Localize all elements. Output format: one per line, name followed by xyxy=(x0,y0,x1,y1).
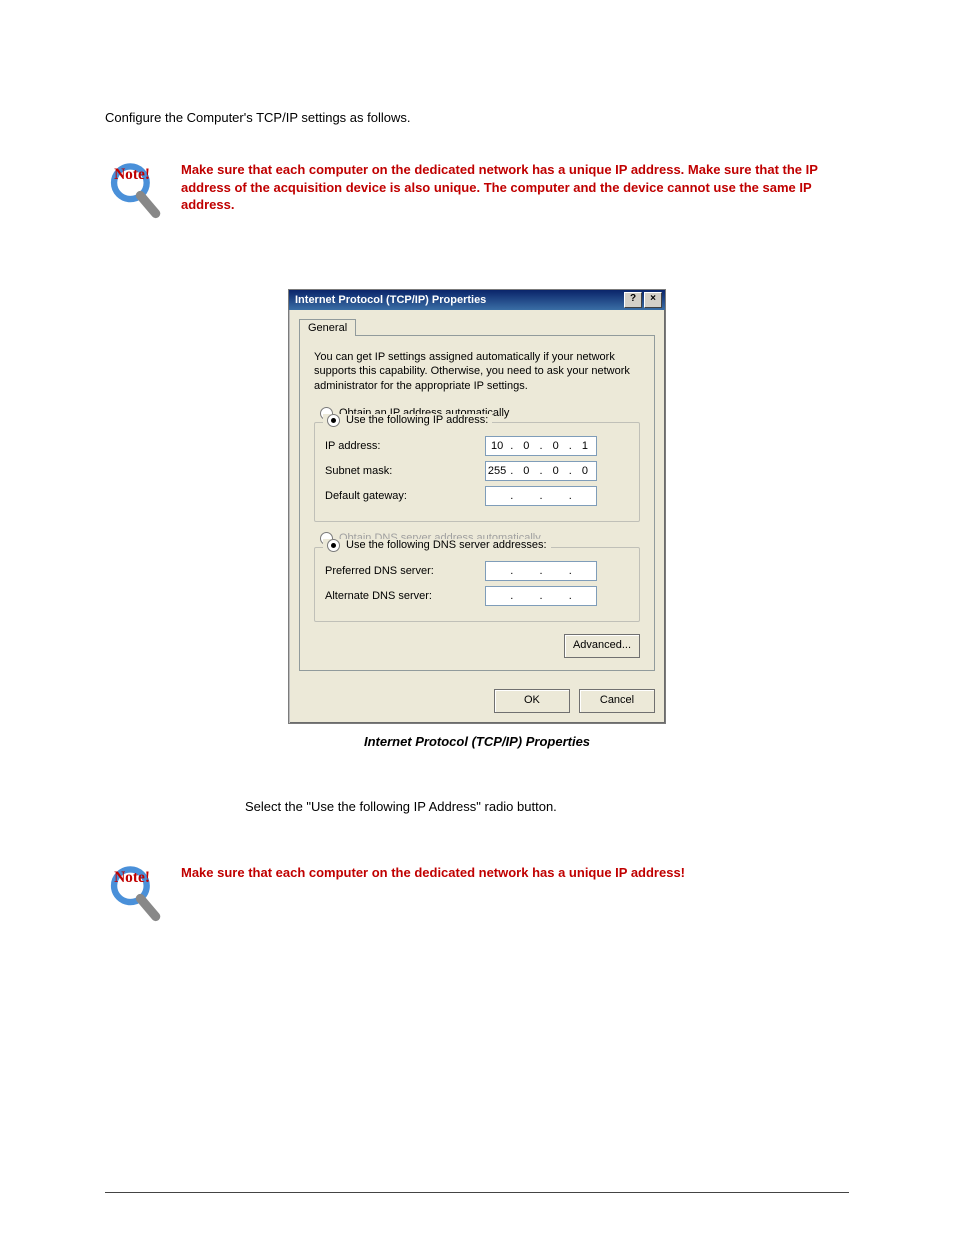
advanced-button[interactable]: Advanced... xyxy=(564,634,640,658)
titlebar: Internet Protocol (TCP/IP) Properties ? … xyxy=(289,290,665,310)
close-button[interactable]: × xyxy=(644,292,662,308)
dialog-description: You can get IP settings assigned automat… xyxy=(314,350,640,393)
dns-fieldset: Use the following DNS server addresses: … xyxy=(314,547,640,622)
note-2-text: Make sure that each computer on the dedi… xyxy=(181,864,685,882)
tcpip-dialog: Internet Protocol (TCP/IP) Properties ? … xyxy=(288,289,666,724)
instruction-2: Select the "Use the following IP Address… xyxy=(245,799,849,814)
dialog-title: Internet Protocol (TCP/IP) Properties xyxy=(295,294,622,306)
radio-use-dns-label: Use the following DNS server addresses: xyxy=(346,539,547,551)
default-gateway-label: Default gateway: xyxy=(325,490,485,502)
cancel-button[interactable]: Cancel xyxy=(579,689,655,713)
help-button[interactable]: ? xyxy=(624,292,642,308)
note-block-1: Note! Make sure that each computer on th… xyxy=(105,161,849,219)
alt-dns-input[interactable]: . . . xyxy=(485,586,597,606)
default-gateway-input[interactable]: . . . xyxy=(485,486,597,506)
footer-rule xyxy=(105,1192,849,1193)
subnet-mask-label: Subnet mask: xyxy=(325,465,485,477)
alt-dns-label: Alternate DNS server: xyxy=(325,590,485,602)
tab-general[interactable]: General xyxy=(299,319,356,336)
ip-address-label: IP address: xyxy=(325,440,485,452)
pref-dns-input[interactable]: . . . xyxy=(485,561,597,581)
pref-dns-label: Preferred DNS server: xyxy=(325,565,485,577)
ok-button[interactable]: OK xyxy=(494,689,570,713)
intro-text: Configure the Computer's TCP/IP settings… xyxy=(105,110,849,125)
svg-text:Note!: Note! xyxy=(114,166,150,183)
note-1-text: Make sure that each computer on the dedi… xyxy=(181,161,849,214)
note-icon: Note! xyxy=(105,161,163,219)
figure-caption: Internet Protocol (TCP/IP) Properties xyxy=(105,734,849,749)
subnet-mask-input[interactable]: 255. 0. 0. 0 xyxy=(485,461,597,481)
ip-fieldset: Use the following IP address: IP address… xyxy=(314,422,640,522)
radio-use-dns[interactable] xyxy=(327,539,340,552)
note-block-2: Note! Make sure that each computer on th… xyxy=(105,864,849,922)
radio-use-ip-label: Use the following IP address: xyxy=(346,414,488,426)
ip-address-input[interactable]: 10. 0. 0. 1 xyxy=(485,436,597,456)
svg-text:Note!: Note! xyxy=(114,869,150,886)
radio-use-ip[interactable] xyxy=(327,414,340,427)
note-icon: Note! xyxy=(105,864,163,922)
